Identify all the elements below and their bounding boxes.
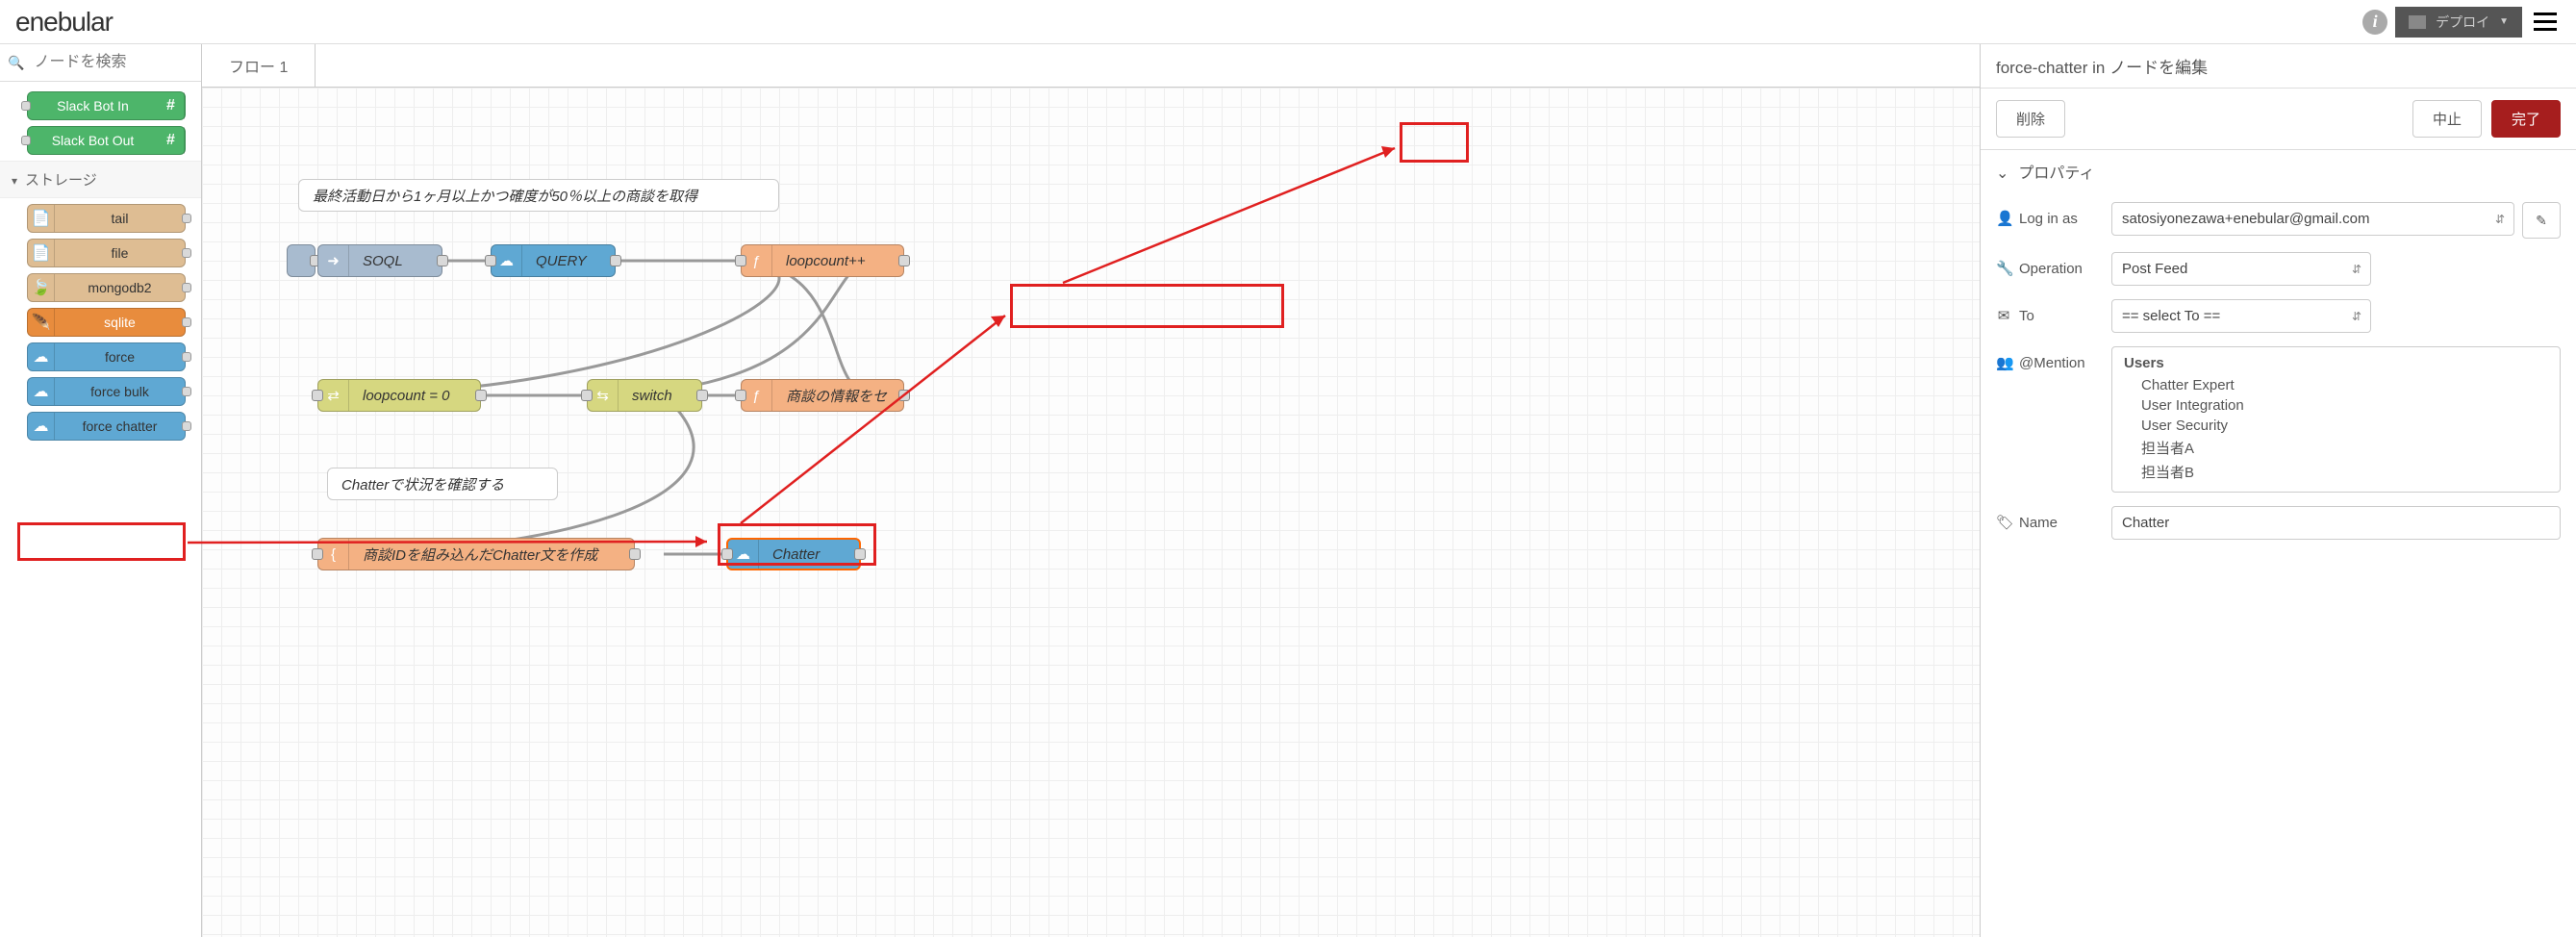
done-button[interactable]: 完了 [2491, 100, 2561, 138]
edit-login-button[interactable]: ✎ [2522, 202, 2561, 239]
loopcount-inc-node[interactable]: ƒ loopcount++ [741, 244, 904, 277]
hash-icon: # [158, 92, 185, 119]
user-icon: 👤 [1996, 210, 2011, 227]
deploy-icon [2409, 15, 2426, 29]
wires [202, 88, 1980, 937]
cloud-icon: ☁ [28, 343, 55, 370]
search-input[interactable] [30, 50, 193, 75]
operation-select[interactable]: Post Feed [2111, 252, 2371, 286]
chevron-down-icon: ▼ [2499, 16, 2509, 27]
loopcount-zero-node[interactable]: ⇄ loopcount = 0 [317, 379, 481, 412]
set-info-node[interactable]: ƒ 商談の情報をセ [741, 379, 904, 412]
palette-node-force-chatter[interactable]: ☁ force chatter [27, 412, 186, 441]
leaf-icon: 🍃 [28, 274, 55, 301]
palette-node-slack-bot-out[interactable]: Slack Bot Out # [27, 126, 186, 155]
node-palette: 🔍 Slack Bot In # Slack Bot Out # ストレージ 📄 [0, 44, 202, 937]
comment-node[interactable]: 最終活動日から1ヶ月以上かつ確度が50％以上の商談を取得 [298, 179, 779, 212]
list-item[interactable]: Chatter Expert [2124, 375, 2548, 395]
flow-canvas[interactable]: 最終活動日から1ヶ月以上かつ確度が50％以上の商談を取得 ➜ SOQL ☁ QU… [202, 88, 1980, 937]
file-icon: 📄 [28, 240, 55, 266]
palette-node-slack-bot-in[interactable]: Slack Bot In # [27, 91, 186, 120]
cloud-icon: ☁ [28, 413, 55, 440]
topbar: enebular i デプロイ ▼ [0, 0, 2576, 44]
envelope-icon: ✉ [1996, 307, 2011, 324]
feather-icon: 🪶 [28, 309, 55, 336]
mention-listbox[interactable]: Users Chatter Expert User Integration Us… [2111, 346, 2561, 493]
tag-icon: 🏷 [1996, 514, 2011, 531]
properties-header[interactable]: プロパティ [1981, 150, 2576, 192]
soql-node[interactable]: ➜ SOQL [317, 244, 442, 277]
tab-flow-1[interactable]: フロー 1 [202, 44, 316, 87]
query-node[interactable]: ☁ QUERY [491, 244, 616, 277]
arrow-icon: ➜ [318, 245, 349, 276]
info-icon[interactable]: i [2362, 10, 2387, 35]
palette-node-file[interactable]: 📄 file [27, 239, 186, 267]
chatter-node[interactable]: ☁ Chatter [726, 538, 861, 570]
palette-node-tail[interactable]: 📄 tail [27, 204, 186, 233]
palette-node-force-bulk[interactable]: ☁ force bulk [27, 377, 186, 406]
brand-logo: enebular [15, 7, 113, 38]
palette-node-force[interactable]: ☁ force [27, 342, 186, 371]
list-item[interactable]: 担当者B [2124, 460, 2548, 484]
list-item[interactable]: User Security [2124, 416, 2548, 436]
to-select[interactable]: == select To == [2111, 299, 2371, 333]
palette-node-mongodb2[interactable]: 🍃 mongodb2 [27, 273, 186, 302]
palette-category-storage[interactable]: ストレージ [0, 161, 201, 198]
flow-tabs: フロー 1 [202, 44, 1980, 88]
deploy-label: デプロイ [2436, 13, 2489, 32]
list-item[interactable]: User Integration [2124, 395, 2548, 416]
cancel-button[interactable]: 中止 [2412, 100, 2482, 138]
wrench-icon: 🔧 [1996, 260, 2011, 277]
hash-icon: # [158, 127, 185, 154]
file-icon: 📄 [28, 205, 55, 232]
switch-node[interactable]: ⇆ switch [587, 379, 702, 412]
name-input[interactable] [2111, 506, 2561, 540]
list-item[interactable]: 担当者A [2124, 436, 2548, 460]
palette-node-sqlite[interactable]: 🪶 sqlite [27, 308, 186, 337]
workspace: フロー 1 最終活動日から1ヶ月以上かつ確度が50％以上の商談を取得 [202, 44, 1980, 937]
login-as-select[interactable]: satosiyonezawa+enebular@gmail.com [2111, 202, 2514, 236]
search-icon: 🔍 [8, 55, 24, 71]
sidebar-title: force-chatter in ノードを編集 [1981, 44, 2576, 89]
cloud-icon: ☁ [28, 378, 55, 405]
build-chatter-node[interactable]: { 商談IDを組み込んだChatter文を作成 [317, 538, 635, 570]
users-icon: 👥 [1996, 354, 2011, 371]
edit-sidebar: force-chatter in ノードを編集 削除 中止 完了 プロパティ 👤… [1980, 44, 2576, 937]
menu-button[interactable] [2530, 9, 2561, 35]
deploy-button[interactable]: デプロイ ▼ [2395, 7, 2522, 38]
palette-search: 🔍 [0, 44, 201, 82]
pencil-icon: ✎ [2536, 213, 2547, 229]
delete-button[interactable]: 削除 [1996, 100, 2065, 138]
inject-node[interactable] [287, 244, 316, 277]
comment-node-2[interactable]: Chatterで状況を確認する [327, 468, 558, 500]
